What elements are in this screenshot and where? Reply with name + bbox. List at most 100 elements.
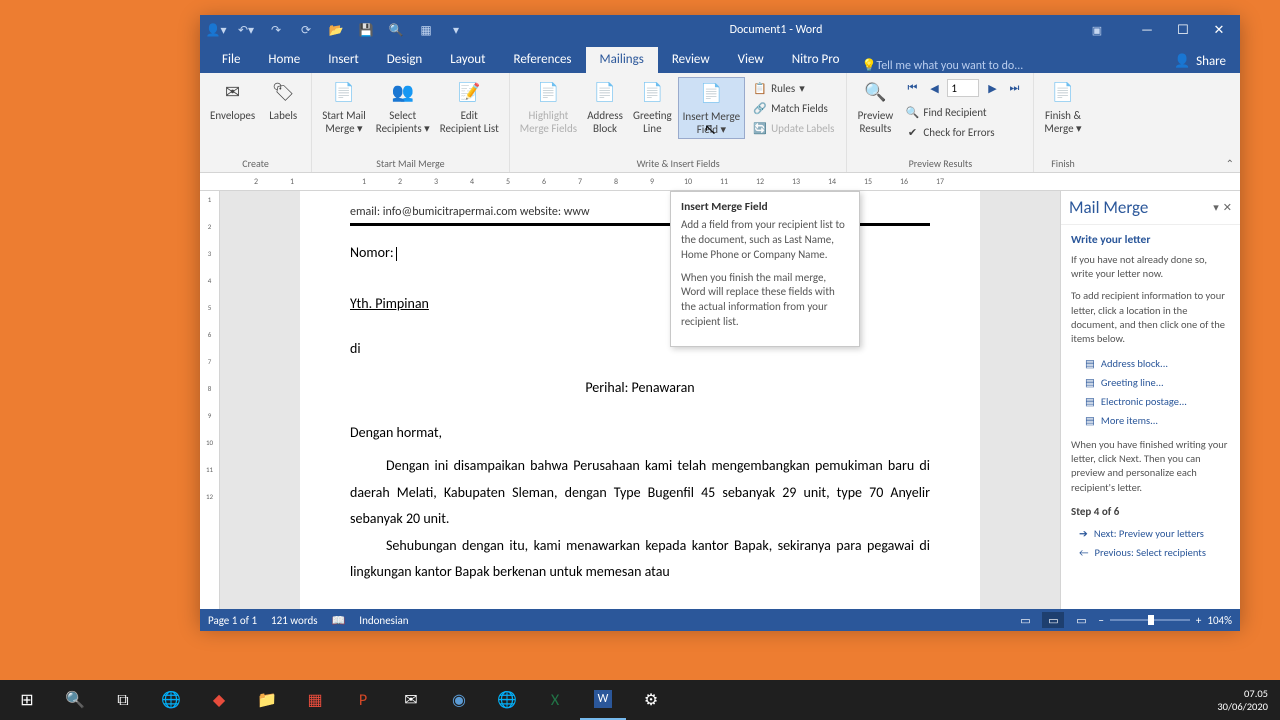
labels-button[interactable]: 🏷 Labels [261, 77, 305, 124]
start-mail-merge-button[interactable]: 📄 Start MailMerge ▾ [318, 77, 370, 137]
preview-results-button[interactable]: 🔍 PreviewResults [853, 77, 897, 137]
horizontal-ruler[interactable]: 211234567891011121314151617 [200, 173, 1240, 191]
edit-recipient-list-button[interactable]: 📝 EditRecipient List [436, 77, 503, 137]
record-number-input[interactable] [947, 79, 979, 97]
tab-references[interactable]: References [500, 47, 586, 73]
prev-record-button[interactable]: ◀ [925, 79, 943, 97]
qat-preview-icon[interactable]: 🔍 [384, 19, 408, 41]
group-finish: 📄 Finish &Merge ▾ Finish [1034, 73, 1091, 172]
group-create-label: Create [242, 155, 269, 172]
taskpane-close-icon[interactable]: ✕ [1223, 201, 1232, 214]
envelopes-button[interactable]: ✉ Envelopes [206, 77, 259, 124]
app-icon-3[interactable]: ◉ [436, 680, 482, 720]
excel-icon[interactable]: X [532, 680, 578, 720]
first-record-button[interactable]: ⏮ [903, 79, 921, 97]
next-record-button[interactable]: ▶ [983, 79, 1001, 97]
tp-next-link[interactable]: ➔ Next: Preview your letters [1071, 524, 1230, 543]
zoom-slider[interactable] [1110, 619, 1190, 621]
document-page[interactable]: Telepon: (021) 5195 0350 Fax: (021) 5195… [300, 191, 980, 609]
share-button[interactable]: 👤 Share [1160, 50, 1240, 73]
taskview-button[interactable]: ⧉ [100, 680, 146, 720]
insert-merge-field-button[interactable]: 📄 Insert MergeField ▾ [678, 77, 745, 139]
explorer-icon[interactable]: 📁 [244, 680, 290, 720]
app-icon-2[interactable]: ▦ [292, 680, 338, 720]
qat-redo-icon[interactable]: ↷ [264, 19, 288, 41]
vertical-ruler[interactable]: 123456789101112 [200, 191, 220, 609]
qat-open-icon[interactable]: 📂 [324, 19, 348, 41]
status-page[interactable]: Page 1 of 1 [208, 614, 257, 627]
address-block-button[interactable]: 📄 AddressBlock [583, 77, 627, 137]
tab-mailings[interactable]: Mailings [586, 47, 658, 73]
zoom-out-button[interactable]: − [1098, 614, 1103, 627]
greeting-line-button[interactable]: 📄 GreetingLine [629, 77, 676, 137]
finish-merge-button[interactable]: 📄 Finish &Merge ▾ [1040, 77, 1085, 137]
finish-merge-label: Finish &Merge ▾ [1044, 109, 1081, 135]
tp-prev-link[interactable]: ← Previous: Select recipients [1071, 543, 1230, 562]
mail-icon[interactable]: ✉ [388, 680, 434, 720]
status-proof-icon[interactable]: 📖 [332, 614, 346, 627]
check-errors-button[interactable]: ✔Check for Errors [903, 123, 996, 141]
qat-user-icon[interactable]: 👤▾ [204, 19, 228, 41]
match-fields-button[interactable]: 🔗Match Fields [751, 99, 830, 117]
doc-body: Dengan ini disampaikan bahwa Perusahaan … [350, 453, 930, 586]
insert-merge-field-tooltip: Insert Merge Field Add a field from your… [670, 191, 860, 347]
tab-view[interactable]: View [724, 47, 778, 73]
titlebar: 👤▾ ↶▾ ↷ ⟳ 📂 💾 🔍 ▦ ▾ Document1 - Word ▣ —… [200, 15, 1240, 45]
tp-prev-label: Previous: Select recipients [1095, 546, 1206, 559]
obs-icon[interactable]: ⚙ [628, 680, 674, 720]
qat-more-icon[interactable]: ▾ [444, 19, 468, 41]
record-navigator: ⏮ ◀ ▶ ⏭ [899, 77, 1027, 99]
tell-me-box[interactable]: 💡 Tell me what you want to do... [853, 58, 1160, 73]
minimize-button[interactable]: — [1130, 19, 1164, 41]
document-area[interactable]: Telepon: (021) 5195 0350 Fax: (021) 5195… [220, 191, 1060, 609]
web-layout-button[interactable]: ▭ [1070, 612, 1092, 628]
system-tray[interactable]: 07.05 30/06/2020 [1217, 687, 1276, 713]
search-button[interactable]: 🔍 [52, 680, 98, 720]
select-recipients-label: SelectRecipients ▾ [376, 109, 430, 135]
qat-save-icon[interactable]: 💾 [354, 19, 378, 41]
status-language[interactable]: Indonesian [359, 614, 408, 627]
tab-nitropro[interactable]: Nitro Pro [778, 47, 854, 73]
zoom-percent[interactable]: 104% [1207, 614, 1232, 627]
zoom-in-button[interactable]: + [1196, 614, 1201, 627]
tab-design[interactable]: Design [373, 47, 436, 73]
tab-file[interactable]: File [208, 47, 254, 73]
app-icon[interactable]: ◆ [196, 680, 242, 720]
start-button[interactable]: ⊞ [4, 680, 50, 720]
zoom-thumb[interactable] [1148, 615, 1154, 625]
tp-more-items-link[interactable]: ▤More items... [1071, 411, 1230, 430]
qat-table-icon[interactable]: ▦ [414, 19, 438, 41]
print-layout-button[interactable]: ▭ [1042, 612, 1064, 628]
read-mode-button[interactable]: ▭ [1014, 612, 1036, 628]
rules-button[interactable]: 📋Rules ▾ [751, 79, 807, 97]
powerpoint-icon[interactable]: P [340, 680, 386, 720]
edge-icon[interactable]: 🌐 [484, 680, 530, 720]
status-words[interactable]: 121 words [271, 614, 318, 627]
doc-dengan-hormat: Dengan hormat, [350, 424, 930, 441]
qat-refresh-icon[interactable]: ⟳ [294, 19, 318, 41]
tp-address-label: Address block... [1101, 357, 1168, 370]
tab-home[interactable]: Home [254, 47, 314, 73]
tab-review[interactable]: Review [658, 47, 724, 73]
collapse-ribbon-icon[interactable]: ⌃ [1226, 157, 1234, 170]
ribbon-display-options-icon[interactable]: ▣ [1084, 24, 1110, 37]
maximize-button[interactable]: ☐ [1166, 19, 1200, 41]
select-recipients-button[interactable]: 👥 SelectRecipients ▾ [372, 77, 434, 137]
taskpane-dropdown-icon[interactable]: ▾ [1213, 201, 1219, 214]
edit-recipient-label: EditRecipient List [440, 109, 499, 135]
qat-undo-icon[interactable]: ↶▾ [234, 19, 258, 41]
labels-icon: 🏷 [269, 79, 297, 107]
chrome-icon[interactable]: 🌐 [148, 680, 194, 720]
find-recipient-label: Find Recipient [923, 106, 986, 119]
find-recipient-button[interactable]: 🔍Find Recipient [903, 103, 988, 121]
last-record-button[interactable]: ⏭ [1005, 79, 1023, 97]
tp-greeting-line-link[interactable]: ▤Greeting line... [1071, 373, 1230, 392]
tab-layout[interactable]: Layout [436, 47, 499, 73]
close-button[interactable]: ✕ [1202, 19, 1236, 41]
tab-insert[interactable]: Insert [314, 47, 373, 73]
word-icon[interactable]: W [580, 680, 626, 720]
write-small-buttons: 📋Rules ▾ 🔗Match Fields 🔄Update Labels [747, 77, 840, 139]
tp-write-heading: Write your letter [1071, 233, 1230, 247]
tp-address-block-link[interactable]: ▤Address block... [1071, 354, 1230, 373]
tp-postage-link[interactable]: ▤Electronic postage... [1071, 392, 1230, 411]
